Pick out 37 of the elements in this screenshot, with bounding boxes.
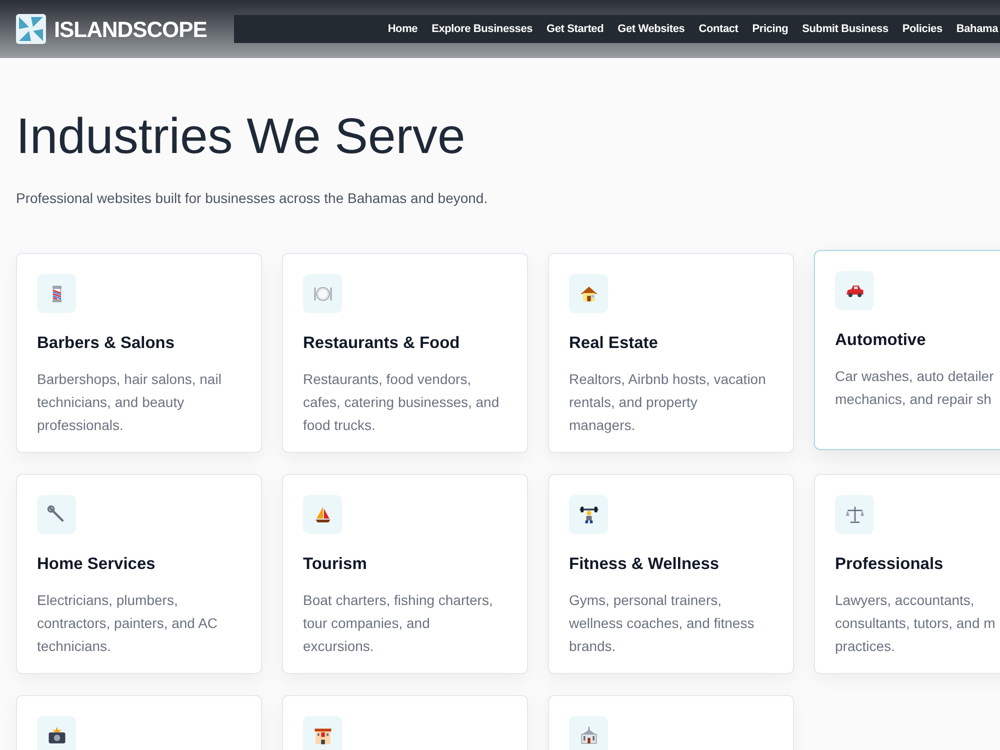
industry-card[interactable]: Tourism Boat charters, fishing charters, tour companies, and excursions. — [282, 474, 528, 674]
nav-link[interactable]: Home — [388, 20, 418, 38]
industry-card[interactable]: Restaurants & Food Restaurants, food vendors, cafes, catering businesses, and food trucks. — [282, 253, 528, 453]
page-subtitle: Professional websites built for businesses across the Bahamas and beyond. — [16, 189, 489, 208]
card-description: Barbershops, hair salons, nail technicians, and beauty professionals. — [37, 370, 222, 435]
industry-card[interactable]: Professionals Lawyers, accountants, consultants, tutors, and m practices. — [814, 474, 1000, 674]
nav-link[interactable]: Bahama — [956, 20, 998, 38]
industry-card[interactable]: Real Estate Realtors, Airbnb hosts, vacation rentals, and property managers. — [548, 253, 794, 453]
industry-card[interactable]: Home Services Electricians, plumbers, contractors, painters, and AC technicians. — [16, 474, 262, 674]
industry-card[interactable]: Fitness & Wellness Gyms, personal trainers, wellness coaches, and fitness brands. — [548, 474, 794, 674]
logo-icon — [16, 14, 46, 44]
card-description: Boat charters, fishing charters, tour companies, and excursions. — [303, 590, 494, 656]
industry-card[interactable]: Barbers & Salons Barbershops, hair salons, nail technicians, and beauty professionals. — [16, 253, 262, 453]
nav-link[interactable]: Get Websites — [618, 20, 685, 38]
card-description: Car washes, auto detailer mechanics, and repair sh — [835, 366, 995, 409]
card-title: Restaurants & Food — [303, 333, 461, 354]
card-description: Electricians, plumbers, contractors, painters, and AC technicians. — [37, 590, 219, 656]
page-title: Industries We Serve — [16, 108, 466, 164]
nav-link[interactable]: Contact — [698, 20, 738, 38]
nav-link[interactable]: Submit Business — [802, 20, 888, 38]
card-title: Real Estate — [569, 333, 659, 354]
nav-link[interactable]: Policies — [902, 20, 942, 38]
card-description: Lawyers, accountants, consultants, tutors, and m practices. — [835, 590, 996, 656]
card-title: Home Services — [37, 554, 156, 575]
industry-card[interactable]: Automotive Car washes, auto detailer mechanics, and repair sh — [814, 250, 1000, 450]
card-title: Barbers & Salons — [37, 333, 176, 354]
card-title: Automotive — [835, 330, 927, 351]
card-description: Gyms, personal trainers, wellness coaches, and fitness brands. — [569, 590, 756, 656]
card-description: Realtors, Airbnb hosts, vacation rentals, and property managers. — [569, 370, 767, 435]
nav-link[interactable]: Get Started — [546, 20, 604, 38]
card-description: Restaurants, food vendors, cafes, catering businesses, and food trucks. — [303, 370, 500, 435]
card-title: Professionals — [835, 554, 944, 575]
card-title: Tourism — [303, 554, 368, 575]
card-title: Fitness & Wellness — [569, 554, 720, 575]
nav-link[interactable]: Explore Businesses — [432, 20, 533, 38]
logo-text[interactable]: ISLANDSCOPE — [54, 12, 207, 46]
nav-link[interactable]: Pricing — [752, 20, 788, 38]
